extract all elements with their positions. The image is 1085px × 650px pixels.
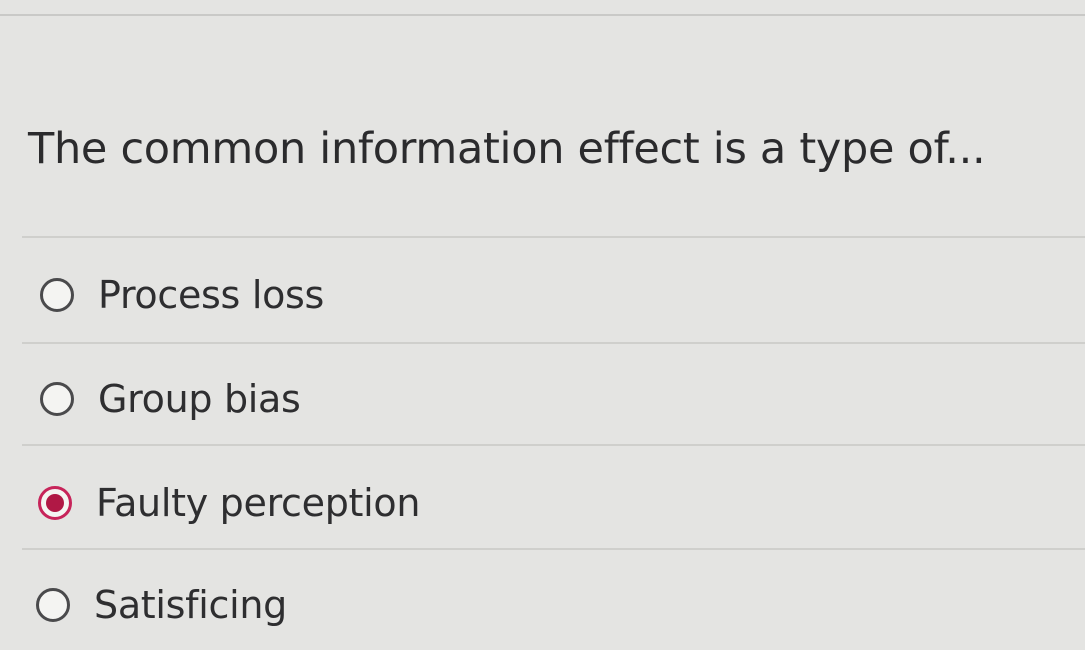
- option-divider: [22, 548, 1085, 550]
- radio-button-selected-icon[interactable]: [38, 486, 72, 520]
- option-divider: [22, 444, 1085, 446]
- option-label: Faulty perception: [96, 481, 421, 525]
- option-label: Process loss: [98, 273, 325, 317]
- option-divider: [22, 342, 1085, 344]
- radio-button-icon[interactable]: [40, 382, 74, 416]
- option-label: Group bias: [98, 377, 301, 421]
- radio-dot-icon: [46, 494, 64, 512]
- radio-button-icon[interactable]: [40, 278, 74, 312]
- answer-options: Process loss Group bias Faulty perceptio…: [0, 0, 1085, 650]
- radio-button-icon[interactable]: [36, 588, 70, 622]
- option-group-bias[interactable]: Group bias: [0, 354, 1085, 444]
- option-faulty-perception[interactable]: Faulty perception: [0, 458, 1085, 548]
- option-label: Satisficing: [94, 583, 287, 627]
- option-satisficing[interactable]: Satisficing: [0, 560, 1085, 650]
- option-divider: [22, 236, 1085, 238]
- option-process-loss[interactable]: Process loss: [0, 250, 1085, 340]
